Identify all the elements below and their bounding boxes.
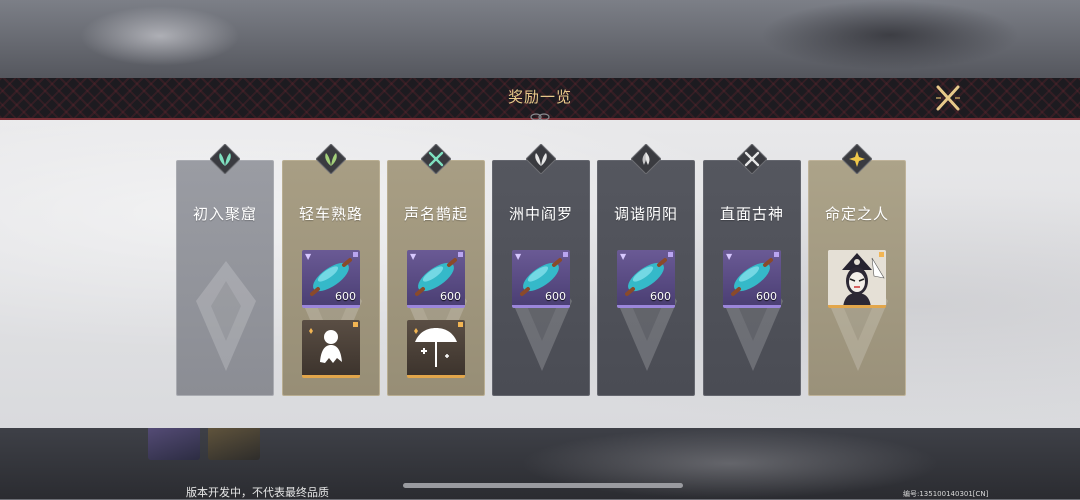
rarity-mark-icon: ▼ <box>726 252 733 261</box>
card-title: 命定之人 <box>824 205 889 223</box>
umbrella-icon <box>414 328 457 367</box>
card-title: 洲中阎罗 <box>508 205 573 223</box>
item-quantity: 600 <box>440 290 461 303</box>
card-title: 调谐阴阳 <box>613 205 678 223</box>
background-item-slot <box>208 426 260 460</box>
reward-item-umbrella[interactable] <box>407 320 465 378</box>
corner-marker-icon <box>774 252 779 257</box>
reward-item-cyan-cocoon[interactable]: ▼ 600 <box>723 250 781 308</box>
item-quantity: 600 <box>335 290 356 303</box>
leaf-icon <box>209 143 241 175</box>
reward-item-cyan-cocoon[interactable]: ▼ 600 <box>302 250 360 308</box>
reward-item-portrait[interactable] <box>828 250 886 308</box>
corner-marker-icon <box>458 252 463 257</box>
corner-marker-icon <box>353 322 358 327</box>
build-id-label: 编号:135100140301[CN] <box>903 490 989 498</box>
background-scene-top <box>0 0 1080 78</box>
reward-item-cyan-cocoon[interactable]: ▼ 600 <box>512 250 570 308</box>
crossed-blades-icon <box>420 143 452 175</box>
rarity-mark-icon: ▼ <box>410 252 417 261</box>
corner-marker-icon <box>668 252 673 257</box>
item-quantity: 600 <box>545 290 566 303</box>
corner-marker-icon <box>563 252 568 257</box>
card-title: 初入聚窟 <box>192 205 257 223</box>
close-icon[interactable] <box>932 84 964 112</box>
leaf-icon <box>315 143 347 175</box>
reward-item-ghost-figure[interactable] <box>302 320 360 378</box>
rarity-mark-icon: ▼ <box>620 252 627 261</box>
corner-marker-icon <box>458 322 463 327</box>
page-title: 奖励一览 <box>507 88 572 106</box>
rarity-mark-icon: ▼ <box>515 252 522 261</box>
item-quantity: 600 <box>650 290 671 303</box>
masked-portrait-icon <box>828 250 886 305</box>
corner-marker-icon <box>353 252 358 257</box>
card-title: 直面古神 <box>719 205 784 223</box>
reward-item-cyan-cocoon[interactable]: ▼ 600 <box>617 250 675 308</box>
dev-version-notice: 版本开发中，不代表最终品质 <box>186 486 329 499</box>
crossed-blades-icon <box>736 143 768 175</box>
card-background-motif <box>196 261 256 371</box>
corner-marker-icon <box>879 252 884 257</box>
item-quantity: 600 <box>756 290 777 303</box>
card-title: 声名鹊起 <box>403 205 468 223</box>
ghost-figure-icon <box>309 328 342 363</box>
home-indicator-bar[interactable] <box>403 483 683 488</box>
leaf-icon <box>525 143 557 175</box>
reward-item-cyan-cocoon[interactable]: ▼ 600 <box>407 250 465 308</box>
background-item-slot <box>148 426 200 460</box>
rarity-mark-icon: ▼ <box>305 252 312 261</box>
flame-icon <box>630 143 662 175</box>
star-burst-icon <box>841 143 873 175</box>
reward-card <box>176 160 274 396</box>
card-title: 轻车熟路 <box>298 205 363 223</box>
